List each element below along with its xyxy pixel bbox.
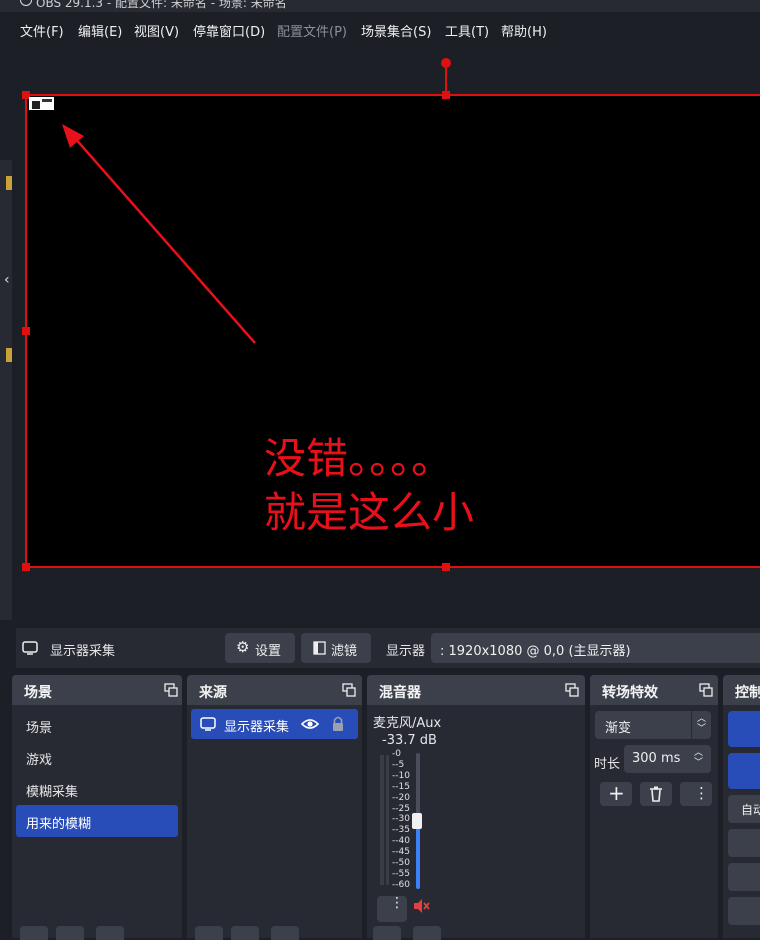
scene-item-label: 场景: [26, 721, 53, 736]
meter-tick-label: --30: [392, 814, 410, 825]
transition-select[interactable]: 渐变 ︿ ﹀: [595, 711, 711, 739]
scene-item-selected[interactable]: 用来的模糊: [16, 805, 178, 837]
settings-control-button[interactable]: [728, 897, 760, 925]
transitions-dock: 转场特效 渐变 ︿ ﹀ 时长 300 ms ︿ ﹀ + ⋮: [590, 675, 718, 938]
meter-tick-label: --50: [392, 858, 410, 868]
scenes-dock-header: 场景: [12, 675, 182, 705]
mixer-dock-header: 混音器: [367, 675, 585, 705]
lock-icon[interactable]: [331, 715, 345, 732]
studio-mode-button[interactable]: [728, 863, 760, 891]
virtual-camera-button[interactable]: [728, 829, 760, 857]
start-streaming-button[interactable]: [728, 711, 760, 747]
mixer-channel-name: 麦克风/Aux: [373, 716, 442, 731]
auto-button-label: 自动: [741, 803, 760, 817]
resize-handle-top[interactable]: [442, 91, 450, 99]
undock-icon[interactable]: [565, 683, 579, 697]
source-item[interactable]: 显示器采集: [191, 709, 358, 739]
scenes-dock-title: 场景: [24, 685, 52, 701]
undock-icon[interactable]: [164, 683, 178, 697]
controls-dock-title: 控制: [735, 685, 760, 701]
select-divider: [691, 711, 692, 739]
kebab-menu-icon: ⋮: [694, 784, 709, 802]
undock-icon[interactable]: [699, 683, 713, 697]
kebab-menu-icon: ⋮: [390, 895, 404, 911]
controls-dock-header: 控制: [723, 675, 760, 705]
resize-handle-bottom[interactable]: [442, 563, 450, 571]
meter-tick-label: --15: [392, 781, 410, 792]
annotation-text: 没错。。。。 就是这么小: [264, 432, 474, 540]
source-item-label: 显示器采集: [224, 720, 290, 735]
meter-tick-label: --40: [392, 836, 410, 847]
filters-button-label: 滤镜: [331, 644, 358, 659]
transition-properties-button[interactable]: ⋮: [680, 782, 712, 806]
resize-handle-bottom-left[interactable]: [22, 563, 30, 571]
controls-dock: 控制 自动: [723, 675, 760, 938]
volume-meter: [386, 755, 389, 885]
filters-button[interactable]: 滤镜: [301, 633, 371, 663]
meter-tick-label: --25: [392, 803, 410, 814]
meter-tick-label: --35: [392, 825, 410, 836]
mixer-menu-button[interactable]: ⋮: [377, 896, 407, 922]
scene-item[interactable]: 游戏: [16, 741, 178, 773]
annotation-arrow: [73, 136, 256, 344]
scene-item[interactable]: 场景: [16, 709, 178, 741]
scene-item[interactable]: 模糊采集: [16, 773, 178, 805]
duration-value: 300 ms: [632, 751, 681, 766]
duration-label: 时长: [594, 757, 621, 772]
undock-icon[interactable]: [342, 683, 356, 697]
scenes-dock: 场景 场景 游戏 模糊采集 用来的模糊: [12, 675, 182, 938]
tiny-capture-thumbnail: [42, 99, 52, 102]
resize-handle-left[interactable]: [22, 327, 30, 335]
annotation-line-1: 没错。。。。: [264, 434, 454, 483]
display-select-value: : 1920x1080 @ 0,0 (主显示器): [440, 644, 631, 659]
eye-icon[interactable]: [301, 717, 319, 731]
mixer-level-readout: -33.7 dB: [382, 733, 437, 748]
meter-tick-label: --20: [392, 792, 410, 803]
meter-tick-label: --55: [392, 868, 410, 879]
up-down-chevron-icon[interactable]: ︿ ﹀: [694, 748, 703, 768]
transitions-dock-title: 转场特效: [602, 685, 658, 701]
settings-button[interactable]: ⚙ 设置: [225, 633, 295, 663]
settings-button-label: 设置: [255, 644, 282, 659]
display-select[interactable]: : 1920x1080 @ 0,0 (主显示器): [431, 633, 760, 663]
meter-tick-label: --10: [392, 770, 410, 781]
auto-button[interactable]: 自动: [728, 795, 760, 823]
sources-dock-header: 来源: [187, 675, 362, 705]
meter-tick-label: --45: [392, 847, 410, 858]
scene-item-label: 游戏: [26, 753, 53, 768]
source-name-label: 显示器采集: [50, 644, 116, 659]
transitions-dock-header: 转场特效: [590, 675, 718, 705]
start-recording-button[interactable]: [728, 753, 760, 789]
transition-select-value: 渐变: [605, 721, 632, 736]
volume-meter: [380, 755, 384, 885]
annotation-line-2: 就是这么小: [264, 488, 475, 537]
meter-tick-label: -0: [392, 749, 401, 759]
muted-speaker-icon[interactable]: [413, 898, 431, 914]
tiny-capture-thumbnail: [32, 101, 40, 109]
monitor-icon: [200, 717, 216, 731]
scene-item-label: 模糊采集: [26, 785, 79, 800]
up-down-chevron-icon: ︿ ﹀: [697, 714, 707, 734]
rotation-handle[interactable]: [441, 58, 451, 68]
monitor-icon: [22, 641, 38, 655]
add-transition-button[interactable]: +: [600, 782, 632, 806]
plus-icon: +: [608, 781, 625, 805]
source-context-bar: 显示器采集 ⚙ 设置 滤镜 显示器 : 1920x1080 @ 0,0 (主显示…: [16, 628, 760, 668]
display-label: 显示器: [386, 644, 426, 659]
mixer-dock-title: 混音器: [379, 685, 421, 701]
duration-spinbox[interactable]: 300 ms ︿ ﹀: [624, 745, 711, 773]
filter-icon: [313, 641, 326, 655]
trash-icon: [650, 786, 662, 802]
meter-tick-label: --5: [392, 759, 405, 770]
meter-tick-label: --60: [392, 879, 410, 890]
remove-transition-button[interactable]: [640, 782, 672, 806]
volume-fader-fill: [416, 825, 420, 889]
resize-handle-top-left[interactable]: [22, 91, 30, 99]
volume-fader-handle[interactable]: [412, 813, 422, 829]
sources-dock: 来源 显示器采集: [187, 675, 362, 938]
scene-item-label: 用来的模糊: [26, 817, 92, 832]
gear-icon: ⚙: [236, 638, 250, 656]
sources-dock-title: 来源: [199, 685, 227, 701]
